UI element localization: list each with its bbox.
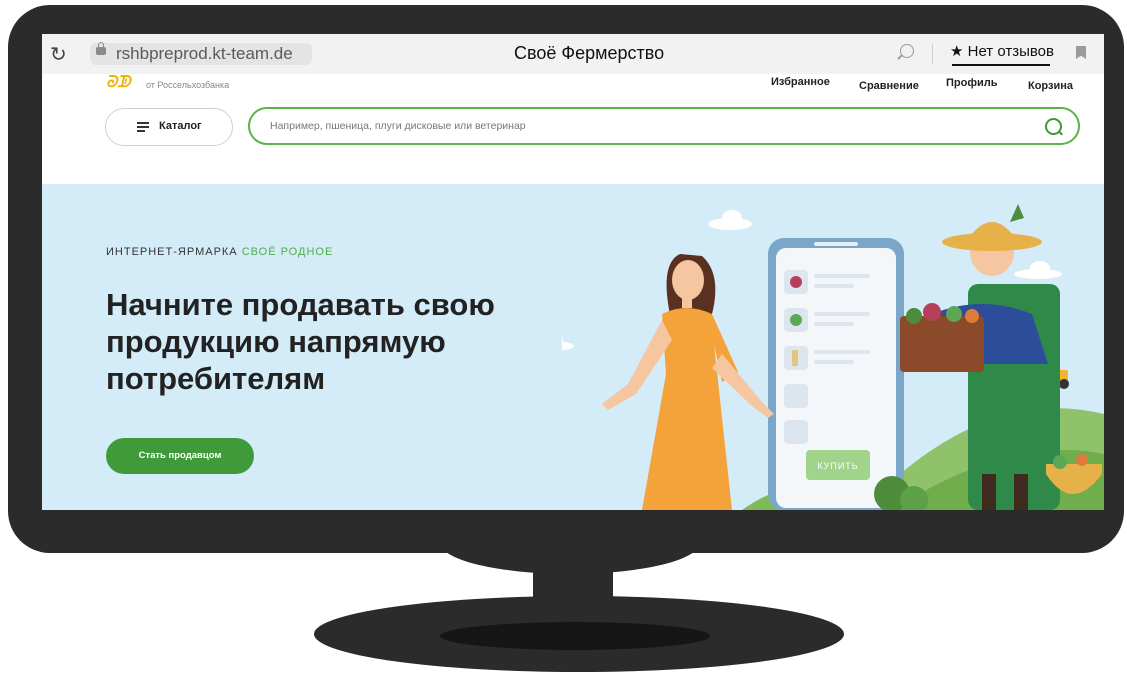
hero-headline: Начните продавать свою продукцию напряму… bbox=[106, 287, 495, 396]
monitor-stand-base-shadow bbox=[440, 622, 710, 650]
nav-favorites[interactable]: Избранное bbox=[771, 76, 830, 88]
browser-search-icon[interactable] bbox=[900, 44, 914, 58]
lock-icon bbox=[96, 42, 106, 55]
reload-icon[interactable]: ↻ bbox=[50, 42, 67, 67]
nav-compare[interactable]: Сравнение bbox=[859, 80, 919, 92]
vegetable-crate bbox=[900, 316, 984, 372]
become-seller-button[interactable]: Стать продавцом bbox=[106, 438, 254, 474]
monitor-screen: ↻ rshbpreprod.kt-team.de Своё Фермерство… bbox=[42, 34, 1104, 510]
site-header: ᘐᗫ от Россельхозбанка Избранное Сравнени… bbox=[42, 74, 1104, 184]
catalog-button[interactable]: Каталог bbox=[105, 108, 233, 146]
reviews-underline bbox=[952, 64, 1050, 66]
search-icon[interactable] bbox=[1045, 118, 1062, 135]
catalog-label: Каталог bbox=[159, 120, 202, 132]
browser-toolbar: ↻ rshbpreprod.kt-team.de Своё Фермерство… bbox=[42, 34, 1104, 75]
farmers-illustration: КУПИТЬ bbox=[562, 204, 1104, 510]
bookmark-icon[interactable] bbox=[1076, 46, 1086, 59]
hero-eyebrow: ИНТЕРНЕТ-ЯРМАРКА СВОЁ РОДНОЕ bbox=[106, 246, 333, 258]
toolbar-divider bbox=[932, 44, 933, 64]
nav-cart[interactable]: Корзина bbox=[1028, 80, 1073, 92]
logo-icon[interactable]: ᘐᗫ bbox=[106, 74, 131, 92]
menu-icon bbox=[137, 122, 149, 132]
reviews-button[interactable]: ★ Нет отзывов bbox=[950, 42, 1054, 60]
hero-banner: ИНТЕРНЕТ-ЯРМАРКА СВОЁ РОДНОЕ Начните про… bbox=[42, 184, 1104, 510]
hero-eyebrow-main: ИНТЕРНЕТ-ЯРМАРКА bbox=[106, 246, 238, 258]
address-bar-url: rshbpreprod.kt-team.de bbox=[116, 44, 293, 63]
search-input[interactable]: Например, пшеница, плуги дисковые или ве… bbox=[248, 107, 1080, 145]
nav-profile[interactable]: Профиль bbox=[946, 77, 997, 89]
browser-page-title: Своё Фермерство bbox=[514, 43, 665, 63]
woman-figure bbox=[602, 254, 774, 510]
logo-subtitle: от Россельхозбанка bbox=[146, 80, 230, 90]
phone-buy-label: КУПИТЬ bbox=[817, 461, 858, 471]
search-placeholder: Например, пшеница, плуги дисковые или ве… bbox=[270, 120, 526, 132]
address-bar[interactable]: rshbpreprod.kt-team.de bbox=[90, 42, 312, 65]
hero-eyebrow-accent: СВОЁ РОДНОЕ bbox=[241, 246, 334, 258]
